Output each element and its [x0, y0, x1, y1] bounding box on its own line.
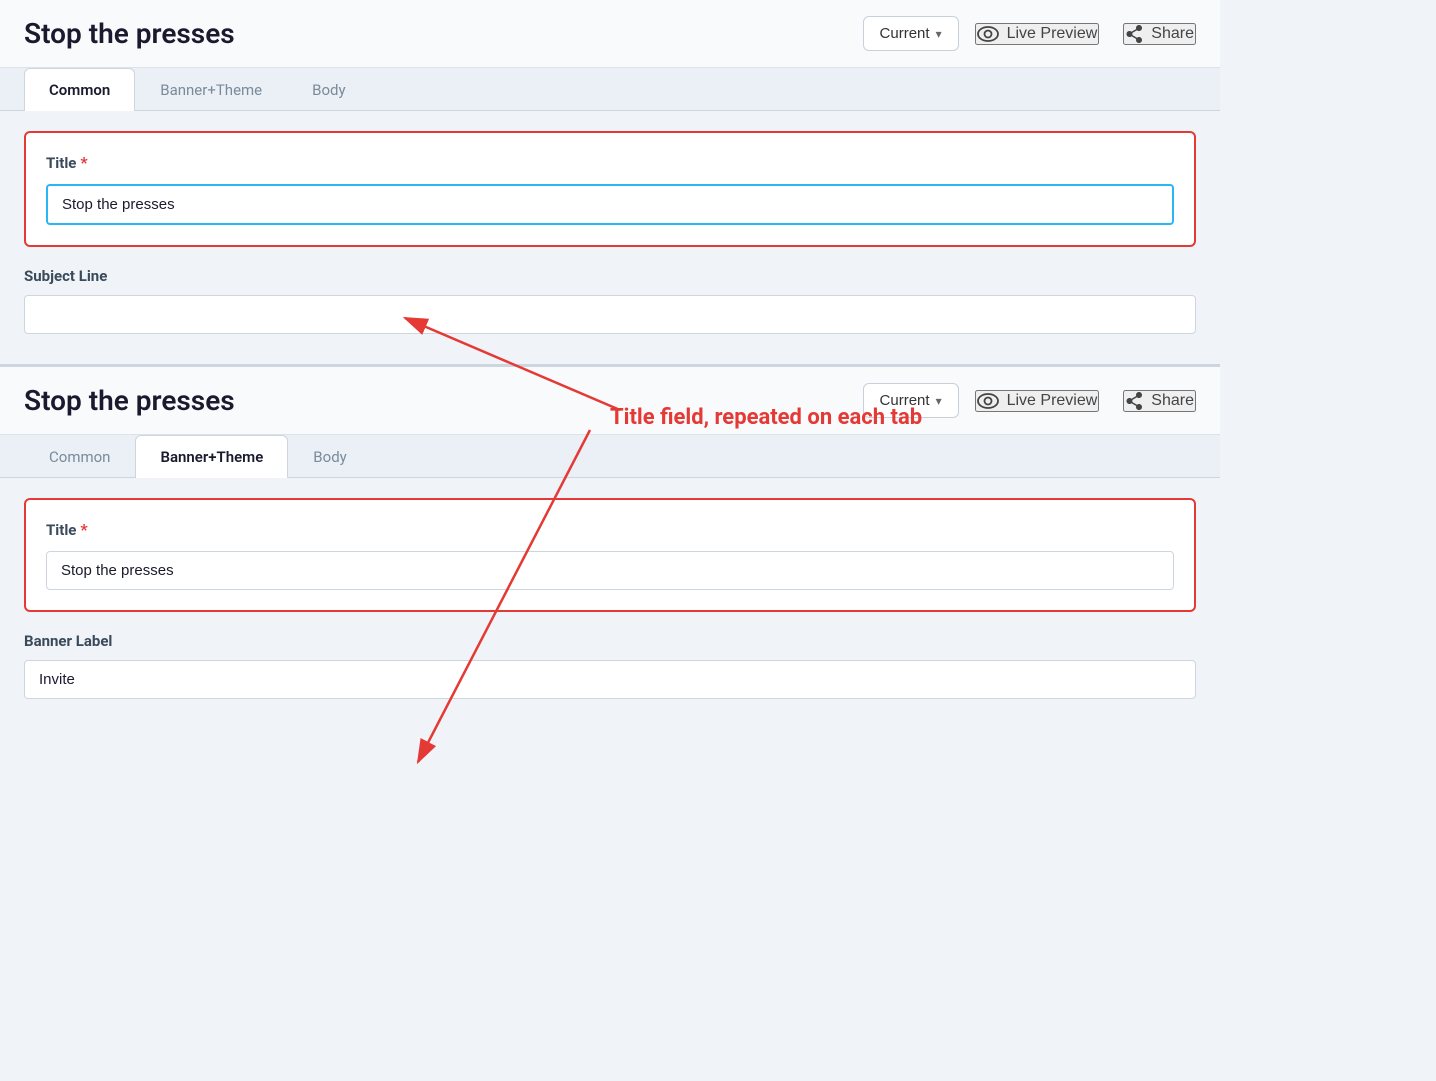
- tab-banner-theme-2[interactable]: Banner+Theme: [135, 435, 288, 478]
- subject-input-1[interactable]: [24, 295, 1196, 334]
- panel-1-header: Stop the presses Current ▾ Live Preview: [0, 0, 1220, 68]
- banner-label-section: Banner Label: [24, 632, 1196, 709]
- live-preview-button-2[interactable]: Live Preview: [975, 390, 1100, 412]
- live-preview-button-1[interactable]: Live Preview: [975, 23, 1100, 45]
- tab-body-2[interactable]: Body: [288, 435, 371, 478]
- share-button-2[interactable]: Share: [1123, 390, 1196, 412]
- banner-label-input[interactable]: [24, 660, 1196, 699]
- panel-2-header: Stop the presses Current ▾ Live Preview: [0, 367, 1220, 435]
- tabs-bar-1: Common Banner+Theme Body: [0, 68, 1220, 111]
- tab-common-2[interactable]: Common: [24, 435, 135, 478]
- page-title-1: Stop the presses: [24, 17, 847, 50]
- required-star-1: *: [80, 153, 87, 172]
- current-dropdown-2[interactable]: Current ▾: [863, 383, 959, 418]
- title-label-1: Title *: [46, 153, 1174, 172]
- share-icon-2: [1125, 392, 1143, 410]
- title-section-2: Title *: [24, 498, 1196, 612]
- header-actions-2: Live Preview Share: [975, 390, 1196, 412]
- share-button-1[interactable]: Share: [1123, 23, 1196, 45]
- required-star-2: *: [80, 520, 87, 539]
- eye-icon-1: [977, 26, 999, 42]
- share-icon-1: [1125, 25, 1143, 43]
- panel-1-content: Title * Subject Line: [0, 111, 1220, 364]
- chevron-down-icon-1: ▾: [936, 27, 942, 41]
- title-input-2[interactable]: [46, 551, 1174, 590]
- title-input-1[interactable]: [46, 184, 1174, 225]
- subject-section-1: Subject Line: [24, 267, 1196, 344]
- tab-banner-theme-1[interactable]: Banner+Theme: [135, 68, 287, 111]
- chevron-down-icon-2: ▾: [936, 394, 942, 408]
- eye-icon-2: [977, 393, 999, 409]
- tab-common-1[interactable]: Common: [24, 68, 135, 111]
- title-section-1: Title *: [24, 131, 1196, 247]
- tab-body-1[interactable]: Body: [287, 68, 370, 111]
- header-actions-1: Live Preview Share: [975, 23, 1196, 45]
- panel-1: Stop the presses Current ▾ Live Preview: [0, 0, 1220, 364]
- current-dropdown-1[interactable]: Current ▾: [863, 16, 959, 51]
- panel-2-content: Title * Banner Label: [0, 478, 1220, 729]
- tabs-bar-2: Common Banner+Theme Body: [0, 435, 1220, 478]
- panel-2: Stop the presses Current ▾ Live Preview: [0, 364, 1220, 729]
- title-label-2: Title *: [46, 520, 1174, 539]
- page-title-2: Stop the presses: [24, 384, 847, 417]
